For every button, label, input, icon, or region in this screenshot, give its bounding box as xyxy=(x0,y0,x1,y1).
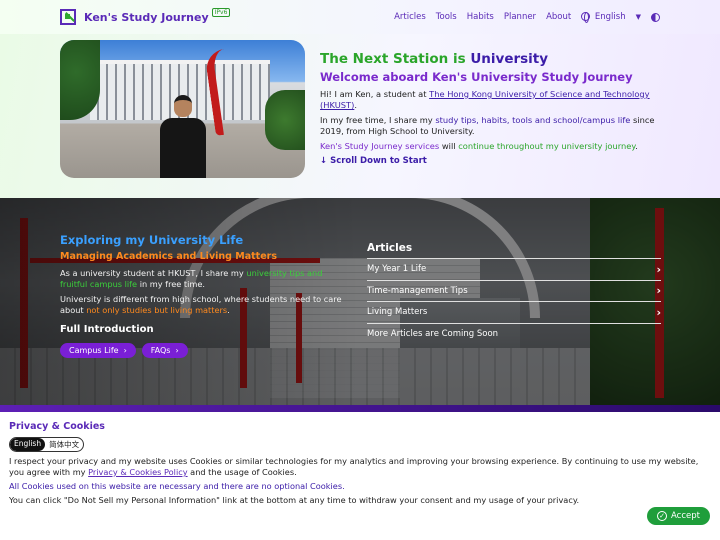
hero-photo xyxy=(60,40,305,178)
hero-share: In my free time, I share my study tips, … xyxy=(320,115,660,137)
banner-paragraph-2: University is different from high school… xyxy=(60,294,350,316)
language-label: English xyxy=(594,12,626,22)
cookie-paragraph-3: You can click "Do Not Sell my Personal I… xyxy=(9,495,580,505)
article-item-year1[interactable]: My Year 1 Life › xyxy=(367,259,661,281)
cookie-title: Privacy & Cookies xyxy=(9,421,105,432)
chevron-right-icon: › xyxy=(656,284,661,298)
hero-section: The Next Station is University Welcome a… xyxy=(0,34,720,198)
lang-option-english[interactable]: English xyxy=(10,438,46,451)
hero-text: The Next Station is University Welcome a… xyxy=(320,50,660,166)
hero-services-end: . xyxy=(635,141,638,151)
chevron-right-icon: › xyxy=(656,262,661,276)
nav-item-planner[interactable]: Planner xyxy=(504,12,536,22)
chevron-right-icon: › xyxy=(656,305,661,319)
lang-option-chinese[interactable]: 简体中文 xyxy=(45,438,83,451)
ipv6-badge: IPv6 xyxy=(211,7,231,17)
top-nav: Ken's Study Journey IPv6 Articles Tools … xyxy=(0,0,720,34)
banner-subheading: Managing Academics and Living Matters xyxy=(60,251,277,262)
campus-life-label: Campus Life xyxy=(69,346,119,355)
articles-title: Articles xyxy=(367,242,661,259)
banner-p1-text: As a university student at HKUST, I shar… xyxy=(60,268,247,278)
cookie-language-switch: English 简体中文 xyxy=(9,437,85,452)
hero-share-highlight: study tips, habits, tools and school/cam… xyxy=(435,115,631,125)
hero-title: The Next Station is University xyxy=(320,50,660,68)
theme-toggle-icon[interactable] xyxy=(651,12,660,22)
purple-divider xyxy=(0,405,720,412)
check-circle-icon: ✓ xyxy=(657,511,668,521)
hero-share-text: In my free time, I share my xyxy=(320,115,436,125)
hero-title-prefix: The Next Station is xyxy=(320,51,471,67)
article-label: Time-management Tips xyxy=(367,285,468,296)
banner-intro: Exploring my University Life Managing Ac… xyxy=(60,233,350,358)
banner-p1-end: in my free time. xyxy=(137,279,206,289)
article-label: More Articles are Coming Soon xyxy=(367,329,499,340)
chevron-down-icon[interactable]: ▼ xyxy=(636,13,641,21)
cookie-p1-end: and the usage of Cookies. xyxy=(187,467,297,477)
hero-services-will: will xyxy=(439,141,459,151)
cookie-consent-panel: Privacy & Cookies English 简体中文 I respect… xyxy=(0,412,720,540)
brand-name[interactable]: Ken's Study Journey xyxy=(84,11,209,24)
hero-intro-text: Hi! I am Ken, a student at xyxy=(320,89,430,99)
hero-services-continue: continue throughout my university journe… xyxy=(458,141,636,151)
faqs-label: FAQs xyxy=(150,346,171,355)
article-item-coming-soon: More Articles are Coming Soon xyxy=(367,324,661,346)
privacy-policy-link[interactable]: Privacy & Cookies Policy xyxy=(88,467,187,477)
faqs-button[interactable]: FAQs › xyxy=(141,343,188,358)
cookie-paragraph-2: All Cookies used on this website are nec… xyxy=(9,481,345,491)
banner-heading: Exploring my University Life xyxy=(60,233,244,247)
full-introduction-heading: Full Introduction xyxy=(60,324,154,335)
campus-life-button[interactable]: Campus Life › xyxy=(60,343,136,358)
university-life-banner: Exploring my University Life Managing Ac… xyxy=(0,198,720,411)
article-item-living-matters[interactable]: Living Matters › xyxy=(367,302,661,324)
cookie-paragraph-1: I respect your privacy and my website us… xyxy=(9,456,711,478)
student-figure xyxy=(160,95,206,178)
article-label: Living Matters xyxy=(367,307,428,318)
banner-buttons: Campus Life › FAQs › xyxy=(60,343,350,358)
chevron-right-icon: › xyxy=(123,346,127,355)
globe-icon xyxy=(581,12,591,23)
article-label: My Year 1 Life xyxy=(367,264,427,275)
banner-paragraph-1: As a university student at HKUST, I shar… xyxy=(60,268,350,290)
nav-menu: Articles Tools Habits Planner About Engl… xyxy=(394,12,660,23)
language-selector[interactable]: English xyxy=(581,12,626,23)
article-item-time-management[interactable]: Time-management Tips › xyxy=(367,281,661,302)
articles-panel: Articles My Year 1 Life › Time-managemen… xyxy=(367,242,661,345)
accept-button[interactable]: ✓ Accept xyxy=(647,507,710,525)
nav-item-about[interactable]: About xyxy=(546,12,571,22)
tree-left xyxy=(60,40,100,120)
site-logo-icon[interactable] xyxy=(60,9,76,25)
hero-services: Ken's Study Journey services will contin… xyxy=(320,141,660,152)
banner-p2-end: . xyxy=(227,305,230,315)
scroll-down-link[interactable]: ↓ Scroll Down to Start xyxy=(320,156,427,166)
nav-item-tools[interactable]: Tools xyxy=(436,12,457,22)
banner-p2-highlight: not only studies but living matters xyxy=(86,305,228,315)
hero-intro: Hi! I am Ken, a student at The Hong Kong… xyxy=(320,89,660,111)
accept-label: Accept xyxy=(671,511,700,521)
hero-intro-end: . xyxy=(354,100,357,110)
nav-item-habits[interactable]: Habits xyxy=(467,12,494,22)
hero-title-highlight: University xyxy=(470,51,549,67)
tree-right xyxy=(265,90,305,150)
chevron-right-icon: › xyxy=(175,346,179,355)
hero-subtitle: Welcome aboard Ken's University Study Jo… xyxy=(320,70,633,84)
nav-item-articles[interactable]: Articles xyxy=(394,12,426,22)
hero-services-name: Ken's Study Journey services xyxy=(320,141,440,151)
